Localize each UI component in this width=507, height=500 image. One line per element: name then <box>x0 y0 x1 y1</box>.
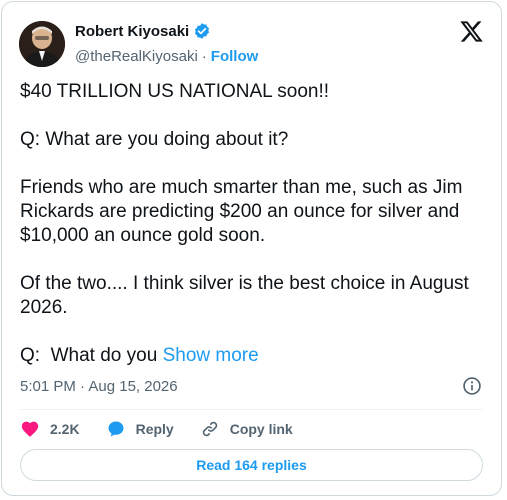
author-handle[interactable]: @theRealKiyosaki <box>75 48 198 65</box>
read-replies-button[interactable]: Read 164 replies <box>20 449 483 481</box>
copy-link-label: Copy link <box>229 421 293 437</box>
tweet-card: Robert Kiyosaki @theRealKiyosaki · Follo… <box>1 1 502 496</box>
divider <box>20 409 483 410</box>
action-bar: 2.2K Reply Copy link <box>20 418 293 440</box>
separator-dot: · <box>201 48 207 65</box>
x-logo-icon[interactable] <box>459 19 484 44</box>
copy-link-button[interactable]: Copy link <box>200 419 293 439</box>
show-more-link[interactable]: Show more <box>163 345 259 366</box>
tweet-paragraph: Q: What are you doing about it? <box>20 129 289 150</box>
like-count: 2.2K <box>50 421 80 437</box>
tweet-timestamp[interactable]: 5:01 PM · Aug 15, 2026 <box>20 378 178 395</box>
author-name[interactable]: Robert Kiyosaki <box>75 23 189 40</box>
info-icon[interactable] <box>462 376 482 396</box>
tweet-paragraph: Friends who are much smarter than me, su… <box>20 177 468 246</box>
tweet-text: $40 TRILLION US NATIONAL soon!! Q: What … <box>20 80 490 368</box>
reply-button[interactable]: Reply <box>106 419 174 439</box>
link-icon <box>202 421 217 437</box>
reply-label: Reply <box>135 421 174 437</box>
follow-button[interactable]: Follow <box>211 48 259 65</box>
avatar[interactable] <box>19 21 65 67</box>
heart-icon <box>21 421 39 437</box>
tweet-paragraph-truncated: Q: What do you Show more <box>20 344 490 368</box>
author-handle-row: @theRealKiyosaki · Follow <box>75 48 258 65</box>
reply-bubble-icon <box>108 421 124 437</box>
avatar-image <box>19 21 65 67</box>
tweet-paragraph: $40 TRILLION US NATIONAL soon!! <box>20 81 330 102</box>
read-replies-label: Read 164 replies <box>196 457 307 473</box>
verified-badge-icon <box>193 22 211 40</box>
tweet-paragraph-text: Q: What do you <box>20 345 163 366</box>
like-button[interactable]: 2.2K <box>20 419 80 439</box>
author-name-row: Robert Kiyosaki <box>75 22 211 40</box>
tweet-paragraph: Of the two.... I think silver is the bes… <box>20 273 475 318</box>
